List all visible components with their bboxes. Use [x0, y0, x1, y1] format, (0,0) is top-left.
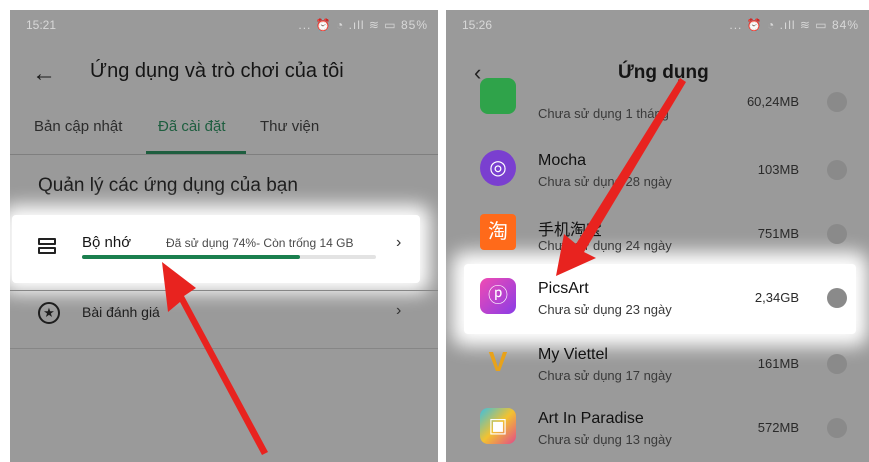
my-viettel-icon: V [488, 346, 508, 377]
picsart-icon: ⓟ [480, 278, 516, 314]
back-arrow-icon[interactable]: ← [32, 60, 56, 88]
chevron-right-icon[interactable]: › [396, 302, 401, 320]
storage-detail: Đã sử dụng 74%- Còn trống 14 GB [166, 236, 354, 250]
left-screen: 15:21 ... ⏰ ◔ .ıll ≋ ▭ 85% ← Ứng dụng và… [10, 10, 438, 462]
app-name: 手机淘宝 [538, 222, 603, 239]
tab-updates[interactable]: Bản cập nhật [34, 118, 122, 135]
status-time: 15:21 [26, 18, 57, 32]
app-name: PicsArt [538, 280, 589, 297]
app-name: My Viettel [538, 346, 608, 363]
tab-library[interactable]: Thư viện [260, 118, 319, 135]
divider [10, 348, 438, 349]
select-checkbox[interactable] [827, 418, 847, 438]
app-row[interactable]: ▣ Art In Paradise Chưa sử dụng 13 ngày 5… [446, 398, 869, 462]
app-row[interactable]: ⓟ PicsArt Chưa sử dụng 23 ngày 2,34GB [446, 268, 869, 332]
app-row[interactable]: V My Viettel Chưa sử dụng 17 ngày 161MB [446, 334, 869, 398]
status-bar: 15:26 ... ⏰ ◔ .ıll ≋ ▭ 84% [446, 10, 869, 38]
app-last-used: Chưa sử dụng 13 ngày [538, 432, 672, 447]
storage-progress-fill [82, 255, 300, 259]
page-title: Ứng dụng và trò chơi của tôi [90, 60, 344, 82]
app-last-used: Chưa sử dụng 17 ngày [538, 368, 672, 383]
mocha-icon: ◎ [480, 150, 516, 186]
app-size: 572MB [757, 420, 799, 435]
app-size: 161MB [757, 356, 799, 371]
storage-label: Bộ nhớ [82, 234, 132, 251]
taobao-icon: 淘 [480, 214, 516, 250]
select-checkbox[interactable] [827, 92, 847, 112]
app-name: Mocha [538, 152, 587, 169]
app-name: Art In Paradise [538, 410, 644, 427]
divider [10, 154, 438, 155]
ratings-label[interactable]: Bài đánh giá [82, 304, 160, 320]
app-size: 103MB [757, 162, 799, 177]
star-icon: ★ [38, 302, 60, 324]
select-checkbox[interactable] [827, 354, 847, 374]
select-checkbox[interactable] [827, 224, 847, 244]
app-size: 751MB [757, 226, 799, 241]
green-app-icon [480, 78, 516, 114]
app-size: 60,24MB [746, 94, 799, 109]
status-icons: ... ⏰ ◔ .ıll ≋ ▭ 84% [729, 18, 859, 32]
chevron-right-icon: › [396, 234, 402, 251]
right-screen: 15:26 ... ⏰ ◔ .ıll ≋ ▭ 84% ‹ Ứng dụng Ch… [446, 10, 869, 462]
select-checkbox[interactable] [827, 160, 847, 180]
app-last-used: Chưa sử dụng 23 ngày [538, 302, 672, 317]
app-size: 2,34GB [754, 290, 799, 305]
app-row[interactable]: ◎ Mocha Chưa sử dụng 28 ngày 103MB [446, 140, 869, 204]
status-bar: 15:21 ... ⏰ ◔ .ıll ≋ ▭ 85% [10, 10, 438, 38]
select-checkbox[interactable] [827, 288, 847, 308]
app-last-used: Chưa sử dụng 1 tháng [538, 106, 669, 121]
app-last-used: Chưa sử dụng 24 ngày [538, 238, 672, 253]
tab-installed[interactable]: Đã cài đặt [158, 118, 226, 135]
divider [10, 290, 438, 291]
page-title: Ứng dụng [618, 62, 709, 83]
storage-progress-bar [82, 255, 376, 259]
art-in-paradise-icon: ▣ [480, 408, 516, 444]
status-icons: ... ⏰ ◔ .ıll ≋ ▭ 85% [298, 18, 428, 32]
app-last-used: Chưa sử dụng 28 ngày [538, 174, 672, 189]
app-row[interactable]: 淘 手机淘宝 Chưa sử dụng 24 ngày 751MB [446, 204, 869, 268]
status-time: 15:26 [462, 18, 493, 32]
section-title: Quản lý các ứng dụng của bạn [38, 175, 298, 196]
storage-icon [38, 238, 56, 256]
